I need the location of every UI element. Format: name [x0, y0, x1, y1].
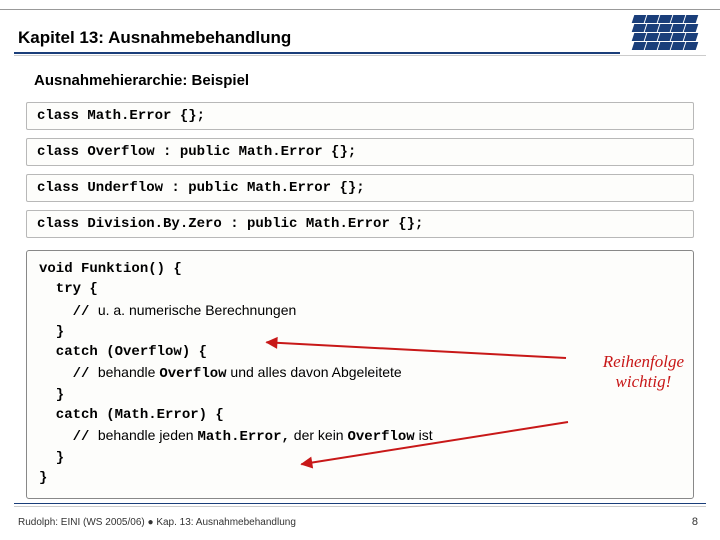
- code-row: }: [39, 448, 681, 468]
- slide-logo: [632, 14, 702, 56]
- title-underline-light: [14, 55, 706, 56]
- code-row: }: [39, 468, 681, 488]
- top-accent: [0, 0, 720, 10]
- callout-note: Reihenfolge wichtig!: [603, 352, 684, 391]
- code-row: // u. a. numerische Berechnungen: [39, 300, 681, 322]
- chapter-title: Kapitel 13: Ausnahmebehandlung: [18, 28, 291, 48]
- code-line-4: class Division.By.Zero : public Math.Err…: [26, 210, 694, 238]
- footer-text: Rudolph: EINI (WS 2005/06) ● Kap. 13: Au…: [18, 517, 296, 528]
- code-row: try {: [39, 279, 681, 299]
- code-block: void Funktion() { try { // u. a. numeris…: [26, 250, 694, 499]
- code-line-2: class Overflow : public Math.Error {};: [26, 138, 694, 166]
- footer-rule: [14, 503, 706, 504]
- code-row: void Funktion() {: [39, 259, 681, 279]
- code-row: // behandle jeden Math.Error, der kein O…: [39, 425, 681, 447]
- code-row: }: [39, 385, 681, 405]
- slide-subtitle: Ausnahmehierarchie: Beispiel: [34, 72, 249, 89]
- footer-rule-light: [14, 506, 706, 507]
- title-underline: [14, 52, 620, 54]
- page-number: 8: [692, 516, 698, 528]
- code-row: }: [39, 322, 681, 342]
- code-row: // behandle Overflow und alles davon Abg…: [39, 362, 681, 384]
- code-line-3: class Underflow : public Math.Error {};: [26, 174, 694, 202]
- code-row: catch (Math.Error) {: [39, 405, 681, 425]
- code-line-1: class Math.Error {};: [26, 102, 694, 130]
- callout-line: wichtig!: [603, 372, 684, 392]
- callout-line: Reihenfolge: [603, 352, 684, 372]
